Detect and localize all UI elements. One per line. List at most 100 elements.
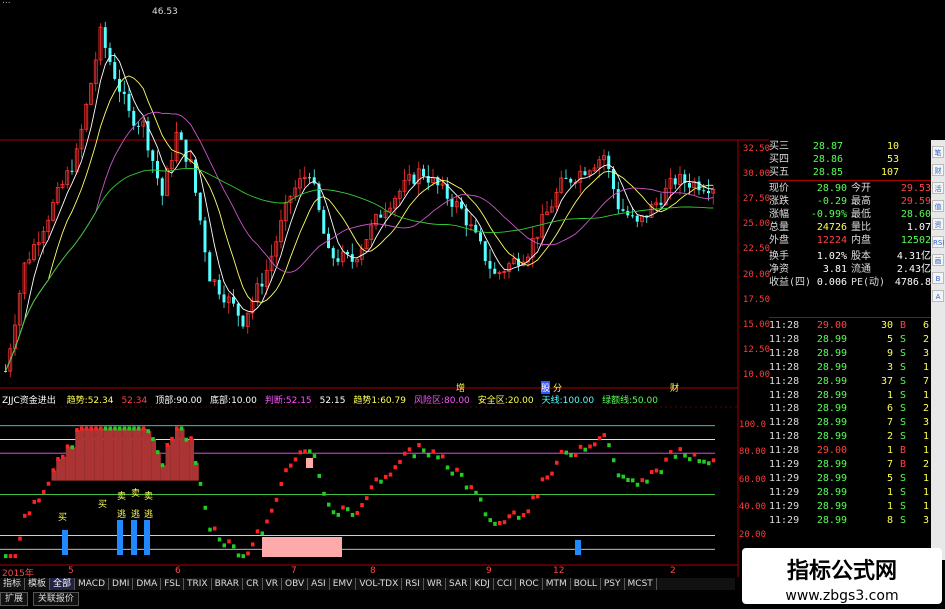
sidebar-icon[interactable]: 资 (932, 218, 944, 230)
indicator-dot (175, 426, 179, 431)
tab-全部[interactable]: 全部 (50, 578, 76, 590)
sidebar-icon[interactable]: 笔 (932, 146, 944, 158)
tick-volume: 30 (880, 320, 893, 331)
sidebar-icon[interactable]: 值 (932, 200, 944, 212)
tab-指标[interactable]: 指标 (0, 578, 26, 590)
candle-body (673, 178, 677, 185)
sidebar-icon[interactable]: A (932, 290, 944, 302)
sidebar-icon[interactable]: 画 (932, 254, 944, 266)
tab-kdj[interactable]: KDJ (471, 578, 494, 590)
tick-count: 2 (922, 403, 929, 415)
indicator-dot (317, 473, 321, 478)
indicator-dot (369, 485, 374, 490)
tick-side: S (900, 431, 907, 443)
date-axis: 2015年 5 6 7 8 9 12 2 (0, 566, 735, 579)
indicator-name[interactable]: ZJJC资金进出 (2, 396, 56, 406)
tab-vol-tdx[interactable]: VOL-TDX (356, 578, 403, 590)
indicator-dot (483, 512, 488, 517)
tick-volume: 7 (886, 417, 893, 429)
indicator-dot (450, 471, 454, 476)
tab-fsl[interactable]: FSL (161, 578, 184, 590)
tab-cci[interactable]: CCI (494, 578, 517, 590)
indicator-dot (246, 551, 250, 556)
tick-side: S (900, 486, 907, 498)
candle-body (635, 215, 639, 222)
indicator-dot (99, 426, 103, 431)
indicator-dot (184, 437, 188, 442)
tab-rsi[interactable]: RSI (402, 578, 424, 590)
tab-obv[interactable]: OBV (282, 578, 309, 590)
indicator-area (118, 428, 123, 481)
candle-body (184, 139, 188, 162)
tick-time: 11:28 (769, 389, 800, 401)
indicator-tick: 20.00 (738, 529, 766, 540)
tick-volume: 3 (886, 361, 893, 373)
indicator-dot (493, 521, 497, 526)
high-price-label: 46.53 (152, 7, 178, 17)
sidebar-icon[interactable]: 活 (932, 182, 944, 194)
tick-volume: 1 (886, 445, 893, 457)
stat-row: 换手 1.02% 股本 4.31亿 (769, 250, 931, 263)
indicator-area (113, 428, 119, 481)
tab-emv[interactable]: EMV (330, 578, 357, 590)
stat-label: 股本 (851, 251, 871, 262)
tab-dmi[interactable]: DMI (109, 578, 134, 590)
indicator-dot (384, 474, 388, 479)
tab-extend[interactable]: 扩展 (0, 592, 29, 606)
sidebar-icon[interactable]: 财 (932, 164, 944, 176)
candle-body (621, 209, 625, 211)
event-marker-cai[interactable]: 财 (670, 381, 679, 394)
candle-body (208, 252, 212, 282)
tick-count: 1 (922, 361, 929, 373)
indicator-dot (502, 520, 507, 525)
sidebar-icon[interactable]: RSI (932, 236, 944, 248)
tick-count: 3 (922, 417, 929, 429)
tab-boll[interactable]: BOLL (571, 578, 601, 590)
indicator-dot (289, 463, 293, 468)
indicator-dot (536, 494, 540, 499)
tab-dma[interactable]: DMA (133, 578, 162, 590)
tick-count: 2 (922, 459, 929, 470)
tab-mtm[interactable]: MTM (543, 578, 571, 590)
candle-body (156, 160, 159, 179)
indicator-dot (569, 453, 573, 458)
tick-row: 11:28 29.00 1 B 1 (769, 445, 931, 457)
indicator-item: 趋势1:60.79 (353, 396, 406, 406)
ma-line-60 (5, 167, 714, 372)
indicator-item-value: 52.15 (319, 396, 346, 406)
tab-related-quotes[interactable]: 关联报价 (32, 592, 79, 606)
tab-vr[interactable]: VR (263, 578, 283, 590)
stat-value: 0.006 (816, 277, 847, 288)
tab-macd[interactable]: MACD (75, 578, 110, 590)
right-sidebar: 笔财活值资 RSI 画 B A (931, 140, 945, 560)
tick-row: 11:29 28.99 8 S 3 (769, 515, 931, 527)
tab-roc[interactable]: ROC (516, 578, 543, 590)
ma-line-5 (5, 54, 714, 372)
tab-wr[interactable]: WR (424, 578, 447, 590)
tab-模板[interactable]: 模板 (25, 578, 51, 590)
indicator-dot (298, 450, 302, 455)
indicator-item-label: 绿额线: (602, 396, 633, 406)
indicator-dot (355, 511, 359, 516)
tab-cr[interactable]: CR (243, 578, 263, 590)
tab-psy[interactable]: PSY (601, 578, 625, 590)
tab-mcst[interactable]: MCST (625, 578, 657, 590)
tick-volume: 1 (886, 389, 893, 401)
tick-volume: 6 (886, 403, 893, 415)
tab-trix[interactable]: TRIX (184, 578, 212, 590)
tab-brar[interactable]: BRAR (212, 578, 244, 590)
indicator-dot (80, 426, 84, 431)
sidebar-icon[interactable]: B (932, 272, 944, 284)
tick-time: 11:29 (769, 459, 800, 470)
tab-sar[interactable]: SAR (446, 578, 472, 590)
indicator-item: 52.15 (320, 396, 346, 406)
tab-asi[interactable]: ASI (308, 578, 330, 590)
indicator-dot (236, 553, 241, 558)
indicator-dot (445, 465, 450, 470)
indicator-dot (407, 447, 412, 452)
indicator-dot (198, 481, 203, 486)
tick-side: B (900, 320, 907, 331)
stat-label: 最高 (851, 196, 871, 207)
order-price: 28.87 (812, 141, 843, 152)
tick-count: 1 (922, 431, 929, 443)
